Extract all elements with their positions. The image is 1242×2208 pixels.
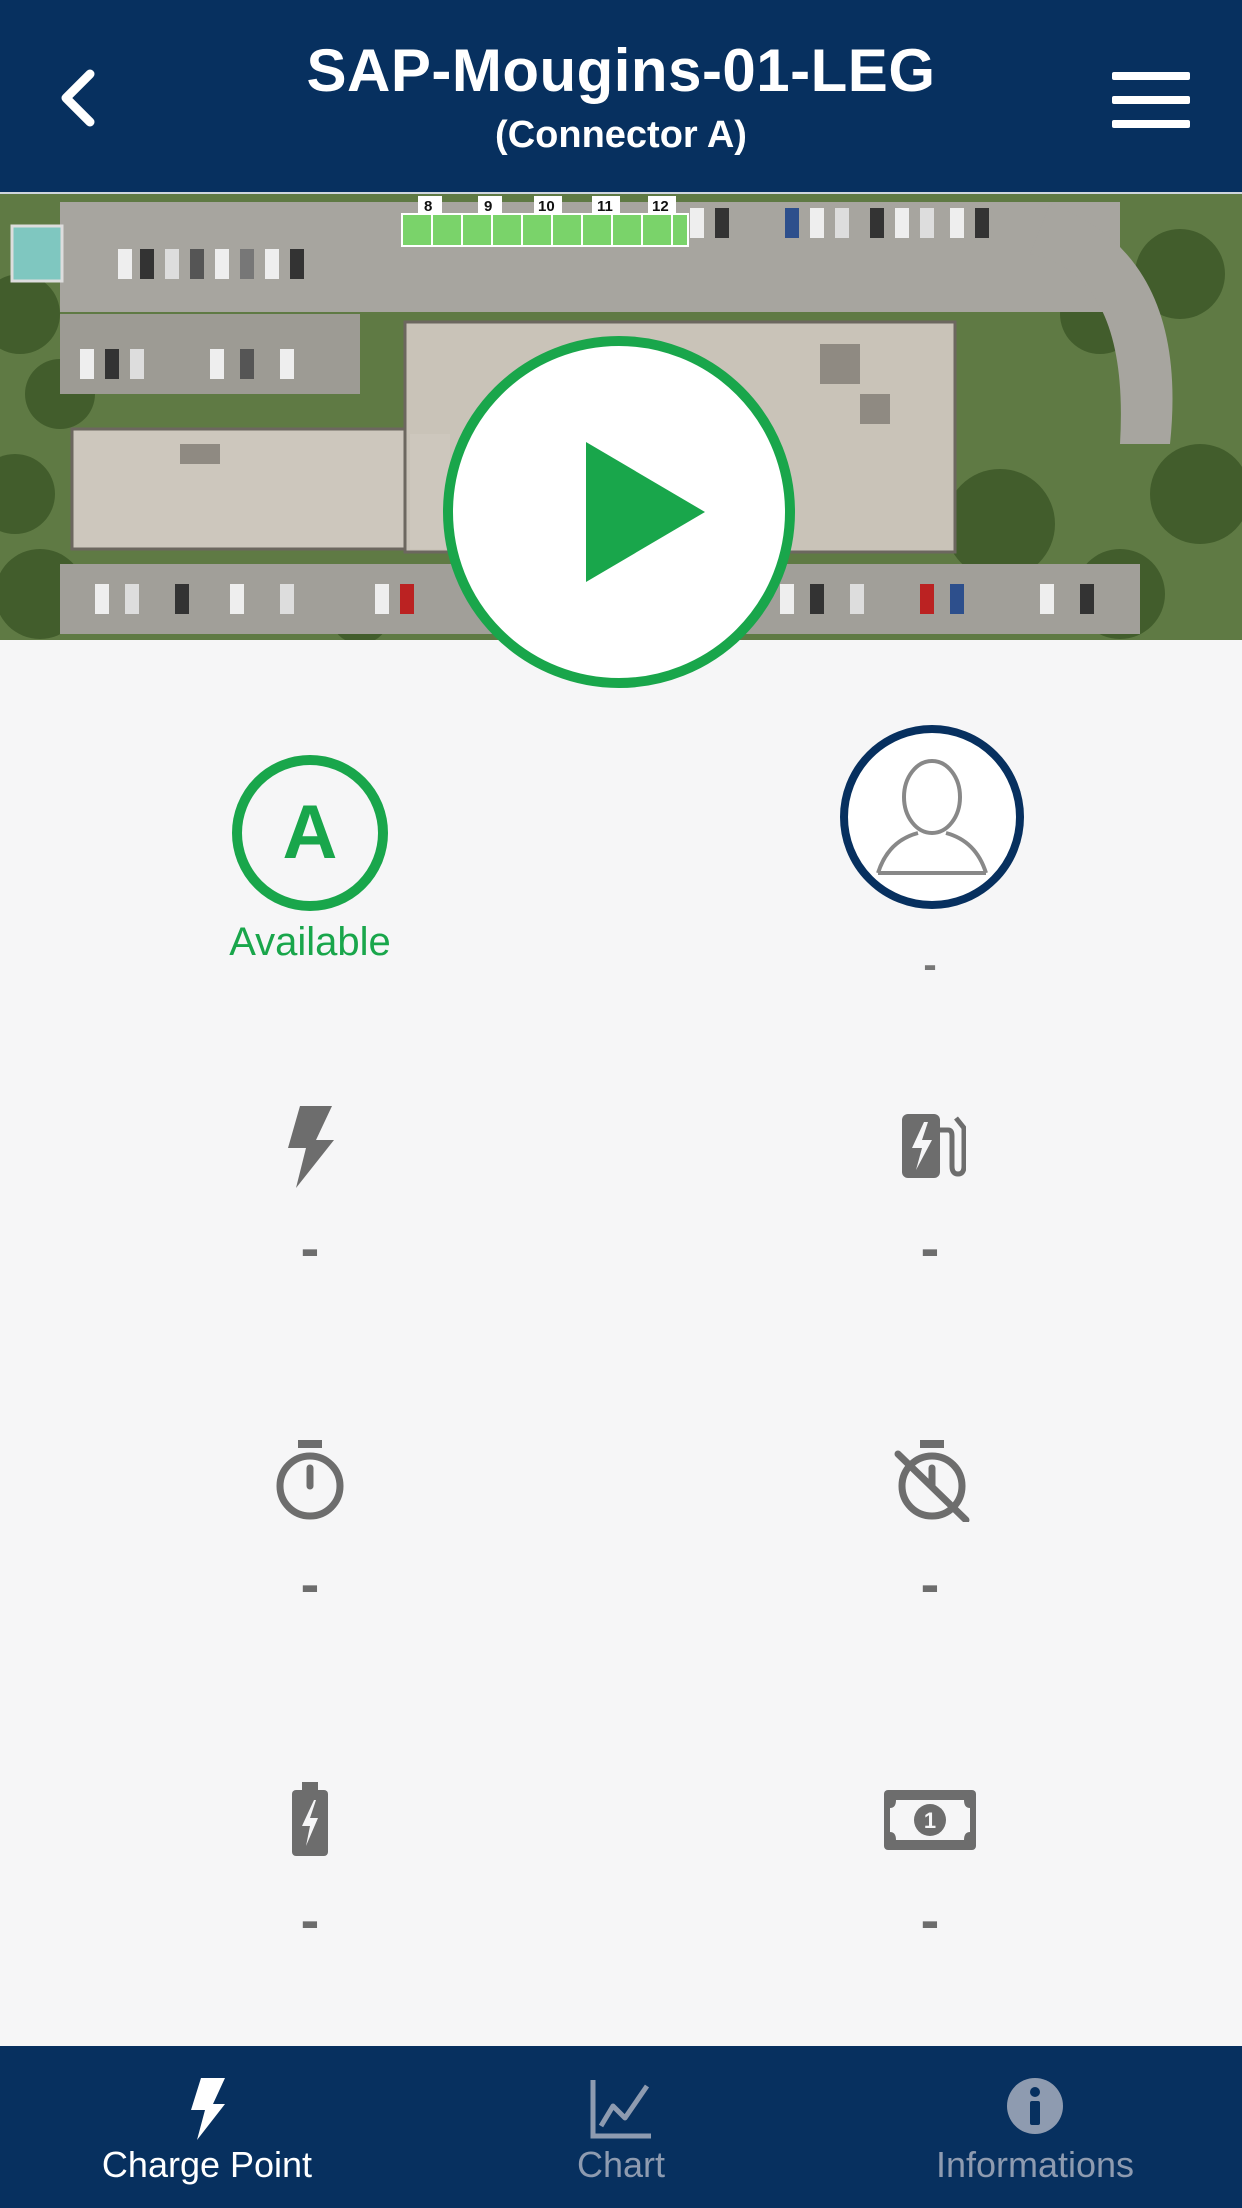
page-title: SAP-Mougins-01-LEG: [306, 37, 936, 104]
user-avatar[interactable]: [840, 725, 1024, 909]
power-value: -: [300, 1216, 320, 1279]
svg-text:8: 8: [424, 198, 432, 215]
user-icon: [876, 759, 988, 875]
svg-text:1: 1: [924, 1808, 936, 1833]
tab-chart[interactable]: Chart: [414, 2046, 828, 2208]
battery-charging-icon: [292, 1782, 328, 1856]
chart-icon: [590, 2080, 651, 2139]
inactivity-value: -: [920, 1552, 940, 1615]
tab-label: Charge Point: [101, 2144, 313, 2185]
state-of-charge-value: -: [300, 1888, 320, 1951]
duration-value: -: [300, 1552, 320, 1615]
svg-text:11: 11: [597, 198, 613, 215]
stopwatch-off-icon: [894, 1440, 970, 1522]
bottom-tab-bar: Charge Point Chart Informations: [0, 2046, 1242, 2208]
hamburger-menu-icon: [1112, 72, 1190, 128]
lightning-icon: [191, 2078, 225, 2140]
start-charging-button[interactable]: [443, 336, 795, 688]
connector-status: Available: [229, 920, 391, 964]
info-icon: [1007, 2078, 1063, 2134]
play-icon: [586, 442, 705, 582]
svg-text:10: 10: [538, 198, 555, 215]
svg-text:12: 12: [652, 198, 669, 215]
user-name: -: [923, 943, 937, 987]
app-header: SAP-Mougins-01-LEG (Connector A): [0, 0, 1242, 192]
price-value: -: [920, 1888, 940, 1951]
tab-label: Chart: [576, 2144, 666, 2185]
tab-informations[interactable]: Informations: [828, 2046, 1242, 2208]
lightning-icon: [288, 1106, 334, 1188]
tab-charge-point[interactable]: Charge Point: [0, 2046, 414, 2208]
stopwatch-icon: [276, 1440, 344, 1520]
connector-badge: A: [232, 755, 388, 911]
page-subtitle: (Connector A): [495, 114, 747, 156]
charging-station-icon: [902, 1114, 966, 1178]
money-bill-icon: 1: [884, 1790, 976, 1850]
tab-label: Informations: [935, 2144, 1135, 2185]
menu-button[interactable]: [1108, 70, 1194, 130]
svg-text:9: 9: [484, 198, 492, 215]
energy-value: -: [920, 1216, 940, 1279]
